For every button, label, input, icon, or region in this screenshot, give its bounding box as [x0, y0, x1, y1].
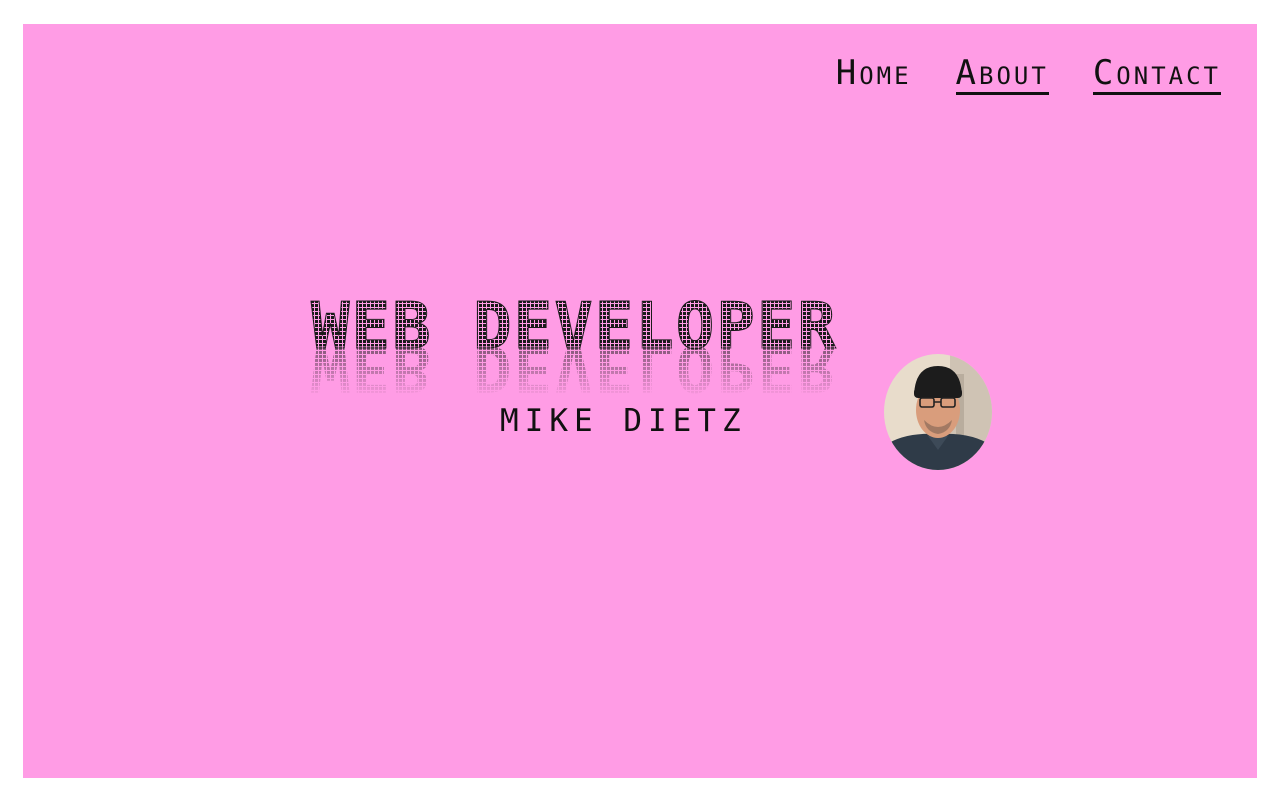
avatar-photo [884, 354, 992, 470]
nav-contact-link[interactable]: Contact [1092, 56, 1221, 95]
avatar [884, 354, 992, 470]
developer-name: MIKE DIETZ [500, 403, 747, 439]
page-frame: Home About Contact WEB DEVELOPER WEB DEV… [23, 24, 1257, 778]
hero-title-graphic: WEB DEVELOPER WEB DEVELOPER [311, 290, 837, 405]
nav-about-link[interactable]: About [955, 56, 1049, 95]
hero-title-reflection: WEB DEVELOPER [311, 330, 838, 404]
top-navigation: Home About Contact [836, 56, 1221, 95]
nav-home-link[interactable]: Home [836, 56, 912, 92]
hero-title: WEB DEVELOPER WEB DEVELOPER [311, 288, 911, 405]
